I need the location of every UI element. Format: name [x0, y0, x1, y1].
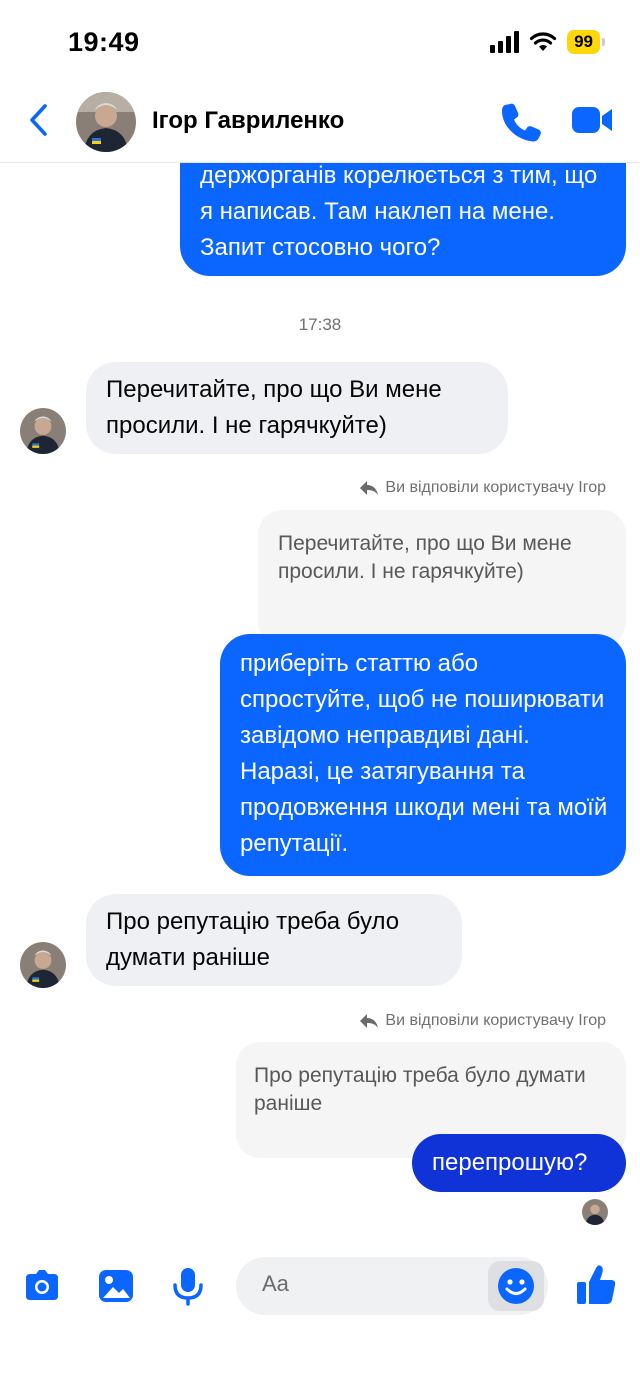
phone-icon[interactable]	[500, 100, 542, 142]
message-input-field[interactable]	[236, 1257, 548, 1315]
status-time: 19:49	[68, 27, 140, 57]
video-icon[interactable]	[570, 102, 614, 138]
signal-icon	[490, 31, 520, 53]
emoji-icon	[498, 1268, 534, 1304]
message-input[interactable]	[262, 1271, 482, 1297]
reply-indicator: Ви відповіли користувачу Ігор	[359, 479, 606, 497]
reply-indicator-text: Ви відповіли користувачу Ігор	[385, 1012, 606, 1029]
contact-name[interactable]: Ігор Гавриленко	[152, 107, 344, 135]
conversation-header: Ігор Гавриленко	[0, 80, 640, 163]
message-text: приберіть статтю або спростуйте, щоб не …	[240, 650, 608, 857]
reply-arrow-icon	[360, 481, 379, 495]
message-text: Перечитайте, про що Ви мене просили. І н…	[106, 376, 442, 439]
outgoing-message[interactable]: приберіть статтю або спростуйте, щоб не …	[220, 634, 626, 876]
microphone-icon[interactable]	[168, 1266, 208, 1306]
contact-avatar[interactable]	[20, 942, 66, 988]
message-text: держорганів корелюється з тим, що я напи…	[200, 162, 598, 261]
reply-arrow-icon	[360, 1014, 379, 1028]
wifi-icon	[529, 32, 557, 51]
outgoing-message[interactable]: перепрошую?	[412, 1134, 626, 1192]
back-chevron-icon[interactable]	[26, 102, 52, 138]
camera-icon[interactable]	[22, 1266, 62, 1306]
quoted-text: Про репутацію треба було думати раніше	[254, 1064, 586, 1115]
read-receipt-avatar	[582, 1199, 608, 1225]
timestamp: 17:38	[298, 315, 342, 334]
incoming-message[interactable]: Про репутацію треба було думати раніше	[86, 894, 462, 986]
quoted-text: Перечитайте, про що Ви мене просили. І н…	[278, 532, 572, 583]
status-icons: 99	[490, 30, 605, 54]
message-composer	[0, 1240, 640, 1330]
gallery-icon[interactable]	[96, 1266, 136, 1306]
reply-indicator-text: Ви відповіли користувачу Ігор	[385, 479, 606, 496]
message-text: перепрошую?	[432, 1149, 588, 1176]
battery-indicator: 99	[567, 30, 605, 54]
message-text: Про репутацію треба було думати раніше	[106, 908, 400, 971]
contact-avatar[interactable]	[76, 92, 136, 152]
status-bar: 19:49 99	[0, 0, 640, 80]
reply-indicator: Ви відповіли користувачу Ігор	[359, 1012, 606, 1030]
quoted-message[interactable]: Перечитайте, про що Ви мене просили. І н…	[258, 510, 626, 646]
contact-avatar[interactable]	[20, 408, 66, 454]
emoji-button[interactable]	[488, 1261, 544, 1311]
thumbs-up-icon[interactable]	[574, 1262, 618, 1308]
incoming-message[interactable]: Перечитайте, про що Ви мене просили. І н…	[86, 362, 508, 454]
